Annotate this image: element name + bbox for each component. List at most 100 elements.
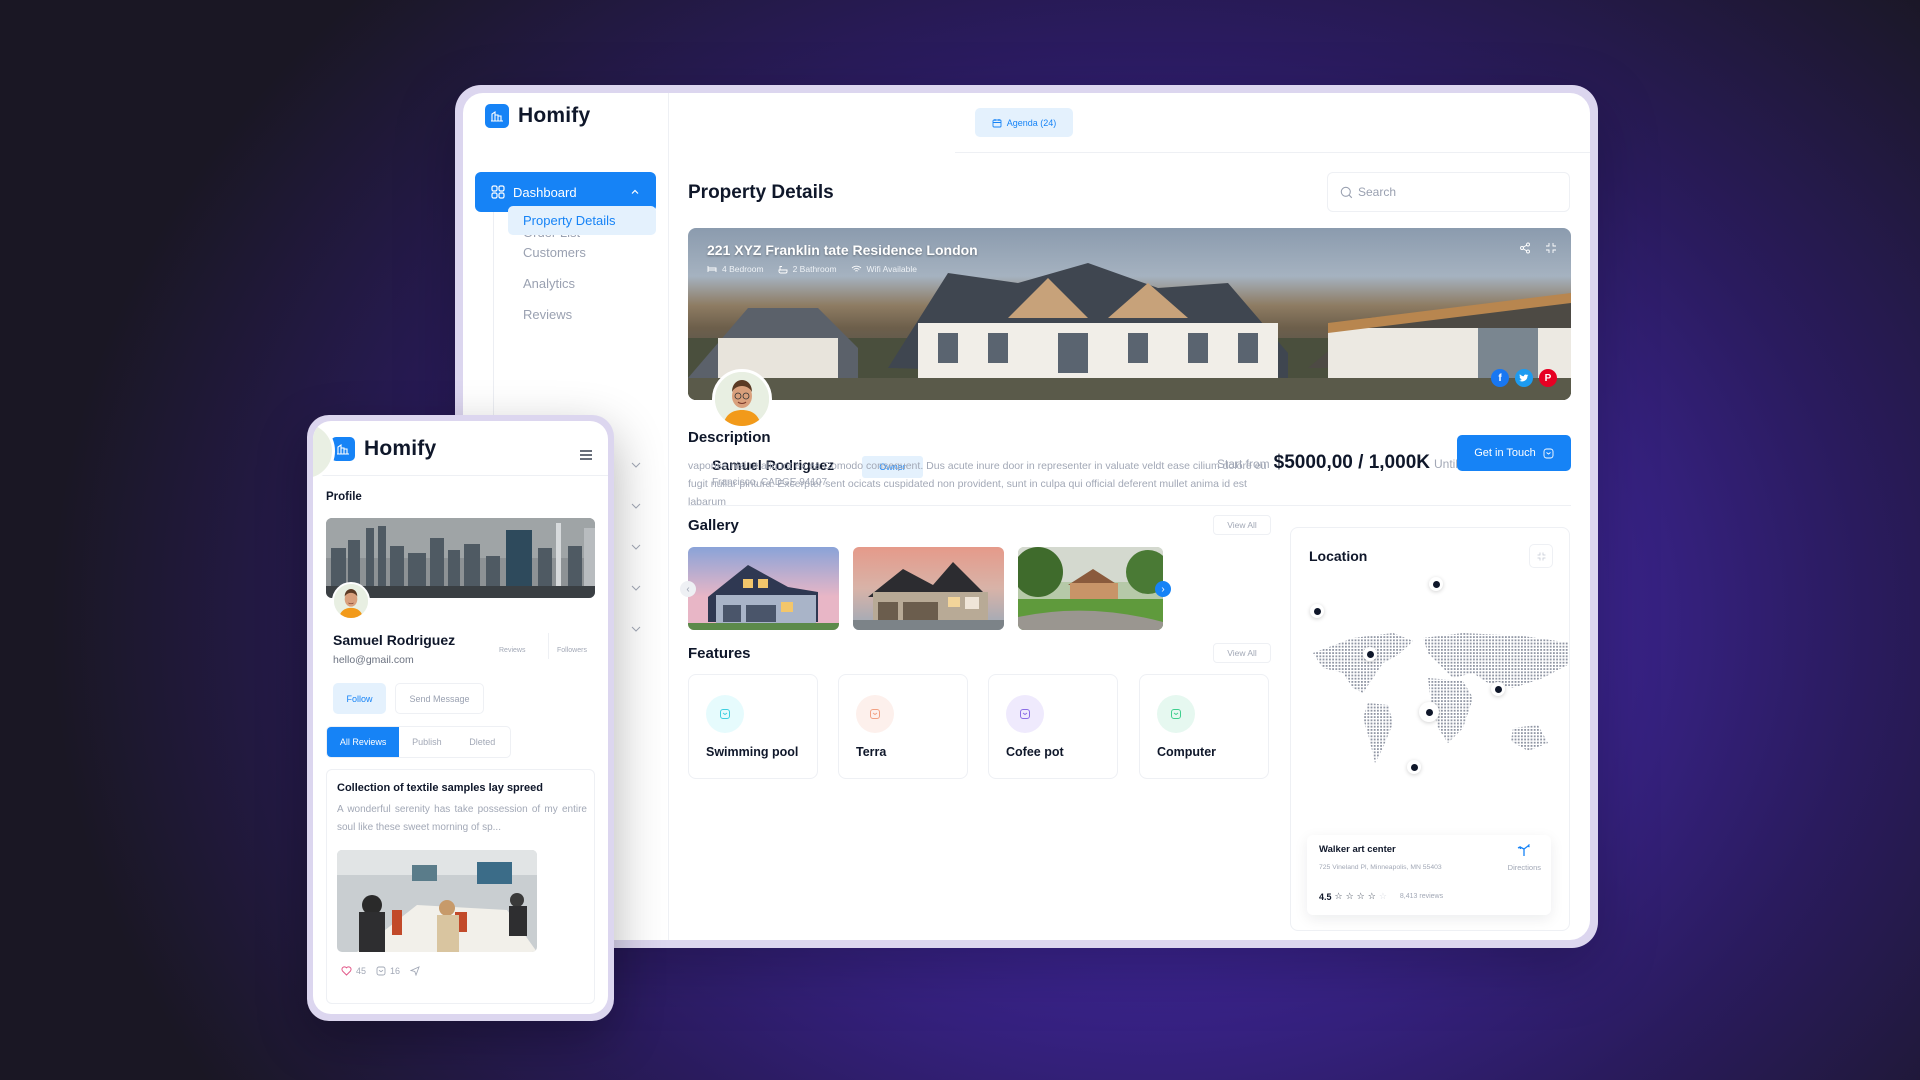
features-view-all-button[interactable]: View All xyxy=(1213,643,1271,663)
review-post-card[interactable]: Collection of textile samples lay spreed… xyxy=(326,769,595,1004)
feature-card[interactable]: Terra xyxy=(838,674,968,779)
profile-cover-image[interactable] xyxy=(326,518,595,598)
chevron-down-icon[interactable] xyxy=(630,582,642,594)
location-title: Location xyxy=(1309,548,1368,564)
feature-icon-circle xyxy=(1157,695,1195,733)
desktop-app: Homify Dashboard Order List Property Det… xyxy=(463,93,1590,940)
meta-bedrooms: 4 Bedroom xyxy=(707,264,764,274)
stat-divider xyxy=(548,633,549,659)
bathtub-icon xyxy=(778,265,788,273)
profile-stat-followers[interactable]: Followers xyxy=(557,647,587,654)
meta-wifi: Wifi Available xyxy=(851,264,917,274)
feature-card[interactable]: Computer xyxy=(1139,674,1269,779)
map-pin-selected[interactable] xyxy=(1419,702,1439,722)
post-image[interactable] xyxy=(337,850,537,952)
profile-email: hello@gmail.com xyxy=(333,654,414,666)
tab-all-reviews[interactable]: All Reviews xyxy=(327,727,400,757)
feature-label: Terra xyxy=(856,745,887,759)
social-links: f P xyxy=(1491,369,1557,387)
map-pin[interactable] xyxy=(1310,604,1324,618)
send-message-button[interactable]: Send Message xyxy=(395,683,484,714)
hamburger-menu-icon[interactable] xyxy=(579,449,593,461)
sidebar-item-customers[interactable]: Customers xyxy=(523,245,586,260)
sidebar-dashboard-label: Dashboard xyxy=(513,184,577,200)
mobile-brand[interactable]: Homify xyxy=(331,437,436,461)
gallery-image[interactable] xyxy=(1018,547,1163,630)
location-expand-button[interactable] xyxy=(1529,544,1553,568)
property-hero-image: 221 XYZ Franklin tate Residence London 4… xyxy=(688,228,1571,400)
map-pin[interactable] xyxy=(1363,647,1377,661)
gallery-prev-button[interactable]: ‹ xyxy=(680,581,696,597)
post-body: A wonderful serenity has take possession… xyxy=(337,804,587,833)
property-title: 221 XYZ Franklin tate Residence London xyxy=(707,242,978,258)
sidebar-item-analytics[interactable]: Analytics xyxy=(523,276,575,291)
mail-icon xyxy=(720,709,730,719)
star-icon: ☆ xyxy=(1345,891,1354,901)
pinterest-icon[interactable]: P xyxy=(1539,369,1557,387)
comment-button[interactable]: 16 xyxy=(376,966,400,976)
profile-stat-reviews[interactable]: Reviews xyxy=(499,647,525,654)
tab-deleted[interactable]: Dleted xyxy=(455,727,510,757)
chevron-down-icon[interactable] xyxy=(630,541,642,553)
description-title: Description xyxy=(688,429,771,446)
mail-icon xyxy=(1171,709,1181,719)
gallery-title: Gallery xyxy=(688,517,739,534)
chevron-down-icon[interactable] xyxy=(630,623,642,635)
comment-icon xyxy=(376,966,386,976)
directions-icon xyxy=(1518,844,1531,856)
gallery-next-button[interactable]: › xyxy=(1155,581,1171,597)
map-pin[interactable] xyxy=(1407,760,1421,774)
place-card: Walker art center 725 Vineland Pl, Minne… xyxy=(1307,835,1551,915)
star-icon-empty: ☆ xyxy=(1378,891,1387,901)
sidebar-item-reviews[interactable]: Reviews xyxy=(523,307,572,322)
tab-publish[interactable]: Publish xyxy=(399,727,454,757)
gallery-view-all-button[interactable]: View All xyxy=(1213,515,1271,535)
price-value: $5000,00 / 1,000K xyxy=(1273,452,1430,473)
get-in-touch-label: Get in Touch xyxy=(1474,447,1536,459)
chevron-down-icon[interactable] xyxy=(630,459,642,471)
feature-card[interactable]: Swimming pool xyxy=(688,674,818,779)
mail-icon xyxy=(870,709,880,719)
share-icon[interactable] xyxy=(1519,242,1531,254)
post-title: Collection of textile samples lay spreed xyxy=(337,782,544,794)
feature-icon-circle xyxy=(1006,695,1044,733)
grid-icon xyxy=(491,185,505,199)
get-in-touch-button[interactable]: Get in Touch xyxy=(1457,435,1571,471)
facebook-icon[interactable]: f xyxy=(1491,369,1509,387)
bed-icon xyxy=(707,266,717,272)
feature-label: Swimming pool xyxy=(706,745,799,759)
directions-button[interactable]: Directions xyxy=(1508,843,1541,872)
sidebar-item-property-details[interactable]: Property Details xyxy=(508,206,656,235)
gallery-image[interactable] xyxy=(853,547,1004,630)
owner-avatar[interactable] xyxy=(712,369,772,429)
map-pin[interactable] xyxy=(1491,682,1505,696)
agenda-label: Agenda (24) xyxy=(1006,117,1057,128)
mobile-app: Homify Profile Samuel Rodriguez hello@gm… xyxy=(313,421,608,1014)
feature-icon-circle xyxy=(706,695,744,733)
chevron-down-icon[interactable] xyxy=(630,500,642,512)
share-button[interactable] xyxy=(410,966,420,976)
world-map[interactable] xyxy=(1313,633,1570,818)
like-button[interactable]: 45 xyxy=(341,966,366,976)
twitter-icon[interactable] xyxy=(1515,369,1533,387)
place-name: Walker art center xyxy=(1319,844,1396,855)
feature-label: Computer xyxy=(1157,745,1217,759)
search-box[interactable] xyxy=(1327,172,1570,212)
message-icon xyxy=(1543,448,1554,458)
sidebar-divider xyxy=(668,93,669,940)
chevron-up-icon xyxy=(631,189,639,194)
heart-icon xyxy=(341,966,352,976)
comment-count: 16 xyxy=(390,966,401,976)
follow-button[interactable]: Follow xyxy=(333,683,386,714)
agenda-button[interactable]: Agenda (24) xyxy=(975,108,1073,137)
gallery-image[interactable] xyxy=(688,547,839,630)
fullscreen-exit-icon[interactable] xyxy=(1545,242,1557,254)
feature-card[interactable]: Cofee pot xyxy=(988,674,1118,779)
review-tabs: All Reviews Publish Dleted xyxy=(326,726,511,758)
search-input[interactable] xyxy=(1358,185,1538,199)
feature-label: Cofee pot xyxy=(1006,745,1064,759)
profile-avatar[interactable] xyxy=(332,582,370,620)
review-count: 8,413 reviews xyxy=(1399,893,1444,900)
brand[interactable]: Homify xyxy=(485,100,590,128)
map-pin[interactable] xyxy=(1429,577,1443,591)
